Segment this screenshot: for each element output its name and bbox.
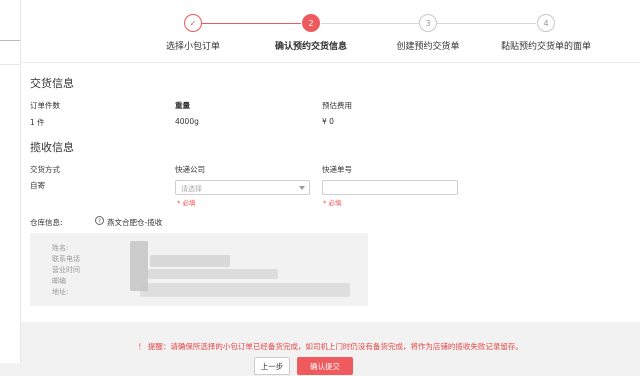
- redacted-block: [150, 255, 230, 267]
- submit-button[interactable]: 确认提交: [297, 357, 353, 375]
- fee-label: 预估费用: [322, 101, 352, 110]
- redacted-block: [140, 283, 350, 297]
- weight-label: 重量: [175, 101, 190, 110]
- check-icon: ✓: [184, 14, 202, 32]
- method-value: 自寄: [30, 181, 45, 190]
- warehouse-field-name: 姓名:: [52, 244, 69, 252]
- step-number: 4: [537, 14, 555, 32]
- tracking-label: 快递单号: [322, 165, 352, 174]
- warehouse-field-zip: 邮编: [52, 277, 66, 285]
- courier-required-hint: * 必填: [177, 199, 196, 207]
- step-number: 2: [302, 14, 320, 32]
- tracking-required-hint: * 必填: [323, 199, 342, 207]
- step-paste-label: 4 黏贴预约交货单的面单: [476, 14, 616, 52]
- main-panel: ✓ 选择小包订单 2 确认预约交货信息 3 创建预约交货单 4 黏贴预约交货单的…: [21, 0, 640, 322]
- tracking-number-input[interactable]: [322, 180, 458, 195]
- chevron-down-icon: [299, 186, 305, 190]
- previous-step-button[interactable]: 上一步: [254, 357, 290, 375]
- order-count-label: 订单件数: [30, 101, 60, 110]
- courier-placeholder: 请选择: [181, 185, 202, 193]
- stepper: ✓ 选择小包订单 2 确认预约交货信息 3 创建预约交货单 4 黏贴预约交货单的…: [21, 0, 640, 63]
- warehouse-field-phone: 联系电话: [52, 255, 80, 263]
- method-label: 交货方式: [30, 165, 60, 174]
- warehouse-name: 燕文合肥仓-揽收: [107, 218, 163, 227]
- courier-label: 快递公司: [175, 165, 205, 174]
- sidebar-divider: [0, 64, 20, 65]
- footer-bar: ！ 提醒：请确保所选择的小包订单已经备货完成，如司机上门时仍没有备货完成，将作为…: [21, 322, 640, 375]
- warehouse-field-address: 地址:: [52, 288, 69, 296]
- help-icon[interactable]: ?: [95, 216, 104, 225]
- sidebar-active-marker: [0, 40, 20, 41]
- warehouse-info-box: 姓名: 联系电话 营业时间 邮编 地址:: [30, 233, 368, 306]
- pickup-section-title: 揽收信息: [30, 141, 74, 154]
- left-sidebar: [0, 0, 21, 363]
- order-count-value: 1 件: [30, 118, 45, 127]
- redacted-block: [148, 269, 278, 279]
- step-label: 黏贴预约交货单的面单: [500, 42, 591, 52]
- warehouse-field-hours: 营业时间: [52, 266, 80, 274]
- courier-select[interactable]: 请选择: [175, 180, 310, 195]
- warehouse-label: 仓库信息:: [30, 218, 63, 227]
- delivery-section-title: 交货信息: [30, 77, 74, 90]
- step-number: 3: [419, 14, 437, 32]
- fee-value: ¥ 0: [322, 117, 334, 126]
- weight-value: 4000g: [175, 117, 199, 126]
- reminder-text: ！ 提醒：请确保所选择的小包订单已经备货完成，如司机上门时仍没有备货完成，将作为…: [138, 342, 523, 351]
